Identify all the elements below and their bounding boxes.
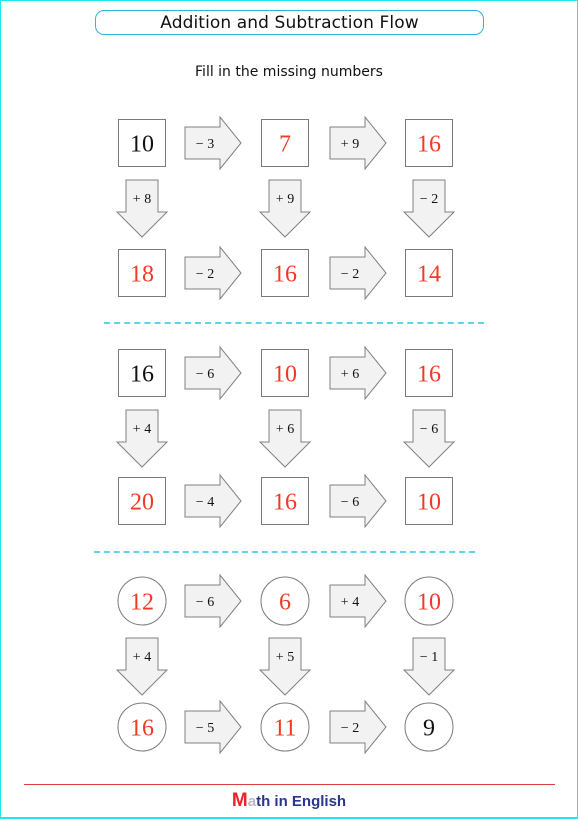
down-arrow-icon bbox=[258, 637, 312, 696]
answer-number: 14 bbox=[417, 262, 441, 288]
operation-label: − 6 bbox=[196, 595, 214, 610]
operation-label: − 3 bbox=[196, 137, 214, 152]
puzzle-3-down-arrow-3: − 1 bbox=[402, 637, 456, 696]
operation-label: − 2 bbox=[196, 267, 214, 282]
down-arrow-icon bbox=[115, 637, 169, 696]
puzzle-2-down-arrow-3: − 6 bbox=[402, 409, 456, 468]
puzzle-2-cell-4: 20 bbox=[118, 477, 166, 525]
answer-number: 16 bbox=[417, 362, 441, 388]
puzzle-1-cell-2: 7 bbox=[261, 119, 309, 167]
operation-label: − 6 bbox=[420, 422, 438, 437]
puzzle-1-cell-6: 14 bbox=[405, 249, 453, 297]
puzzles-canvas: 10 7 16 18 16 14 − 3 + 9 − 2 − 2 + 8 + 9 − 2 16 10 16 20… bbox=[115, 115, 456, 755]
down-arrow-icon bbox=[402, 409, 456, 468]
puzzle-1-down-arrow-1: + 8 bbox=[115, 179, 169, 238]
answer-number: 20 bbox=[130, 490, 154, 516]
puzzle-1-cell-4: 18 bbox=[118, 249, 166, 297]
given-number: 9 bbox=[423, 716, 435, 742]
puzzle-2-down-arrow-1: + 4 bbox=[115, 409, 169, 468]
puzzle-2-bottom-arrow-2: − 6 bbox=[329, 473, 387, 529]
puzzle-1-top-arrow-2: + 9 bbox=[329, 115, 387, 171]
answer-number: 18 bbox=[130, 262, 154, 288]
answer-number: 7 bbox=[279, 132, 291, 158]
answer-number: 6 bbox=[279, 590, 291, 616]
answer-number: 16 bbox=[273, 490, 297, 516]
puzzle-2-cell-5: 16 bbox=[261, 477, 309, 525]
puzzle-3-cell-1: 12 bbox=[117, 576, 167, 626]
puzzle-2-cell-3: 16 bbox=[405, 349, 453, 397]
puzzle-1-bottom-arrow-1: − 2 bbox=[184, 245, 242, 301]
answer-number: 10 bbox=[417, 590, 441, 616]
operation-label: + 6 bbox=[341, 367, 359, 382]
operation-label: − 5 bbox=[196, 721, 214, 736]
puzzle-3-top-arrow-2: + 4 bbox=[329, 573, 387, 629]
operation-label: − 6 bbox=[341, 495, 359, 510]
answer-number: 12 bbox=[130, 590, 154, 616]
brand-rest: th in English bbox=[256, 793, 347, 810]
puzzle-3-down-arrow-2: + 5 bbox=[258, 637, 312, 696]
puzzle-1-top-arrow-1: − 3 bbox=[184, 115, 242, 171]
operation-label: + 9 bbox=[276, 192, 294, 207]
puzzle-3-top-arrow-1: − 6 bbox=[184, 573, 242, 629]
down-arrow-icon bbox=[115, 409, 169, 468]
brand-letter-m: M bbox=[231, 790, 248, 811]
operation-label: + 4 bbox=[341, 595, 359, 610]
down-arrow-icon bbox=[402, 637, 456, 696]
puzzle-1-cell-3: 16 bbox=[405, 119, 453, 167]
puzzle-3-bottom-arrow-2: − 2 bbox=[329, 699, 387, 755]
operation-label: − 1 bbox=[420, 650, 438, 665]
brand-letter-a: a bbox=[247, 793, 257, 810]
given-number: 10 bbox=[130, 132, 154, 158]
operation-label: − 4 bbox=[196, 495, 214, 510]
operation-label: + 9 bbox=[341, 137, 359, 152]
operation-label: − 2 bbox=[341, 267, 359, 282]
puzzle-2-down-arrow-2: + 6 bbox=[258, 409, 312, 468]
down-arrow-icon bbox=[115, 179, 169, 238]
puzzle-2-cell-2: 10 bbox=[261, 349, 309, 397]
puzzle-1-bottom-arrow-2: − 2 bbox=[329, 245, 387, 301]
operation-label: + 8 bbox=[133, 192, 151, 207]
puzzle-2-cell-1: 16 bbox=[118, 349, 166, 397]
puzzle-3-down-arrow-1: + 4 bbox=[115, 637, 169, 696]
puzzle-2-top-arrow-2: + 6 bbox=[329, 345, 387, 401]
down-arrow-icon bbox=[402, 179, 456, 238]
operation-label: + 6 bbox=[276, 422, 294, 437]
answer-number: 10 bbox=[417, 490, 441, 516]
footer-brand-logo: Math in English bbox=[0, 790, 578, 812]
down-arrow-icon bbox=[258, 179, 312, 238]
answer-number: 11 bbox=[273, 716, 296, 742]
puzzle-3-cell-3: 10 bbox=[404, 576, 454, 626]
puzzle-3-cell-4: 16 bbox=[117, 702, 167, 752]
puzzle-3-bottom-arrow-1: − 5 bbox=[184, 699, 242, 755]
answer-number: 16 bbox=[273, 262, 297, 288]
puzzle-3-cell-2: 6 bbox=[260, 576, 310, 626]
puzzle-3-cell-6: 9 bbox=[404, 702, 454, 752]
puzzle-1-cell-5: 16 bbox=[261, 249, 309, 297]
operation-label: − 6 bbox=[196, 367, 214, 382]
puzzle-3-cell-5: 11 bbox=[260, 702, 310, 752]
puzzle-1-down-arrow-2: + 9 bbox=[258, 179, 312, 238]
operation-label: − 2 bbox=[420, 192, 438, 207]
operation-label: + 5 bbox=[276, 650, 294, 665]
down-arrow-icon bbox=[258, 409, 312, 468]
puzzle-2-top-arrow-1: − 6 bbox=[184, 345, 242, 401]
puzzle-1-cell-1: 10 bbox=[118, 119, 166, 167]
puzzle-2-cell-6: 10 bbox=[405, 477, 453, 525]
operation-label: + 4 bbox=[133, 650, 151, 665]
answer-number: 16 bbox=[130, 716, 154, 742]
given-number: 16 bbox=[130, 362, 154, 388]
operation-label: − 2 bbox=[341, 721, 359, 736]
operation-label: + 4 bbox=[133, 422, 151, 437]
answer-number: 10 bbox=[273, 362, 297, 388]
puzzle-2-bottom-arrow-1: − 4 bbox=[184, 473, 242, 529]
puzzle-1-down-arrow-3: − 2 bbox=[402, 179, 456, 238]
answer-number: 16 bbox=[417, 132, 441, 158]
footer-divider bbox=[24, 784, 555, 785]
